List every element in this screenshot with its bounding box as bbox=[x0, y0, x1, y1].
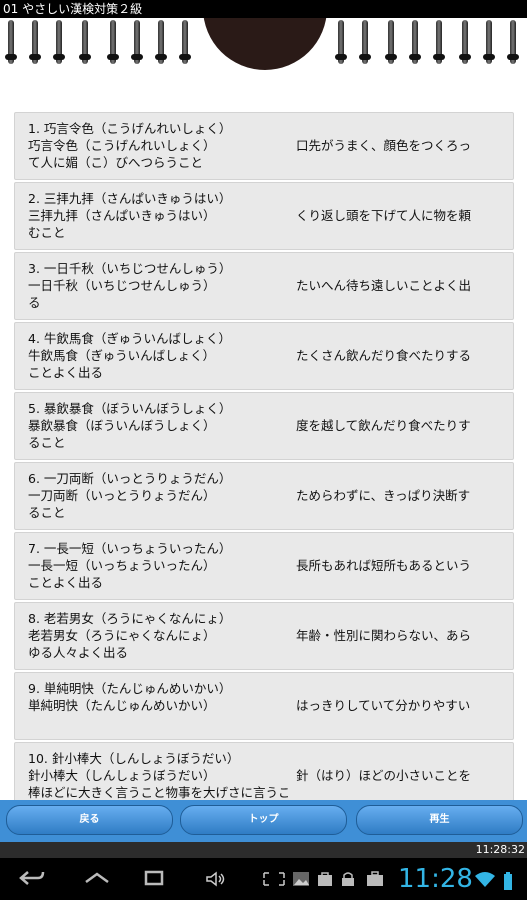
binding-ring bbox=[79, 20, 91, 64]
volume-icon bbox=[206, 871, 225, 887]
item-meaning: ためらわずに、きっぱり決断す bbox=[296, 488, 471, 503]
time-small: 11:28:32 bbox=[475, 843, 525, 856]
item-reading: 7. 一長一短（いっちょういったん） 一長一短（いっちょういったん） ことよく出る bbox=[28, 541, 232, 590]
item-meaning: たくさん飲んだり食べたりする bbox=[296, 348, 472, 363]
item-meaning: 年齢・性別に関わらない、あら bbox=[296, 628, 472, 643]
binding-ring bbox=[107, 20, 119, 64]
item-meaning: たいへん待ち遠しいことよく出 bbox=[296, 278, 472, 293]
item-meaning: はっきりしていて分かりやすい bbox=[296, 698, 471, 713]
item-reading: 8. 老若男女（ろうにゃくなんにょ） 老若男女（ろうにゃくなんにょ） ゆる人々よく出… bbox=[28, 611, 232, 660]
item-meaning: くり返し頭を下げて人に物を頼 bbox=[296, 208, 472, 223]
bag-icon bbox=[318, 872, 332, 886]
item-reading: 2. 三拝九拝（さんぱいきゅうはい） 三拝九拝（さんぱいきゅうはい） むこと bbox=[28, 191, 232, 240]
recent-apps-icon[interactable] bbox=[140, 868, 168, 888]
timestamp-strip: 11:28:32 bbox=[0, 842, 527, 858]
binding-ring bbox=[335, 20, 347, 64]
list-item[interactable]: 2. 三拝九拝（さんぱいきゅうはい） 三拝九拝（さんぱいきゅうはい） むこと くり返… bbox=[14, 182, 514, 250]
item-meaning: 針（はり）ほどの小さいことを bbox=[296, 768, 472, 783]
spiral-binding bbox=[0, 18, 527, 70]
binding-ring bbox=[155, 20, 167, 64]
play-button[interactable]: 再生 bbox=[356, 805, 523, 835]
binding-ring bbox=[385, 20, 397, 64]
item-reading: 10. 針小棒大（しんしょうぼうだい） 針小棒大（しんしょうぼうだい） 棒ほどに大き… bbox=[28, 751, 288, 800]
binding-ring bbox=[5, 20, 17, 64]
binding-hole bbox=[203, 18, 327, 70]
item-reading: 3. 一日千秋（いちじつせんしゅう） 一日千秋（いちじつせんしゅう）る bbox=[28, 261, 232, 310]
item-meaning: 度を越して飲んだり食べたりす bbox=[296, 418, 471, 433]
binding-ring bbox=[29, 20, 41, 64]
item-reading: 6. 一刀両断（いっとうりょうだん） 一刀両断（いっとうりょうだん） ること bbox=[28, 471, 232, 520]
idiom-list[interactable]: 1. 巧言令色（こうげんれいしょく） 巧言令色（こうげんれいしょく） て人に媚（こ）… bbox=[14, 112, 514, 806]
battery-icon bbox=[504, 872, 512, 890]
list-item[interactable]: 9. 単純明快（たんじゅんめいかい） 単純明快（たんじゅんめいかい） はっきりして… bbox=[14, 672, 514, 740]
app-title: 01 やさしい漢検対策２級 bbox=[3, 2, 143, 16]
list-item[interactable]: 6. 一刀両断（いっとうりょうだん） 一刀両断（いっとうりょうだん） ること ためら… bbox=[14, 462, 514, 530]
item-reading: 1. 巧言令色（こうげんれいしょく） 巧言令色（こうげんれいしょく） て人に媚（こ）… bbox=[28, 121, 232, 170]
binding-ring bbox=[459, 20, 471, 64]
binding-ring bbox=[53, 20, 65, 64]
list-item[interactable]: 8. 老若男女（ろうにゃくなんにょ） 老若男女（ろうにゃくなんにょ） ゆる人々よく出… bbox=[14, 602, 514, 670]
list-item[interactable]: 3. 一日千秋（いちじつせんしゅう） 一日千秋（いちじつせんしゅう）る たいへん待… bbox=[14, 252, 514, 320]
list-item[interactable]: 5. 暴飲暴食（ぼういんぼうしょく） 暴飲暴食（ぼういんぼうしょく） ること 度を越… bbox=[14, 392, 514, 460]
list-item[interactable]: 10. 針小棒大（しんしょうぼうだい） 針小棒大（しんしょうぼうだい） 棒ほどに大き… bbox=[14, 742, 514, 806]
item-reading: 4. 牛飲馬食（ぎゅういんばしょく） 牛飲馬食（ぎゅういんばしょく） ことよく出る bbox=[28, 331, 232, 380]
binding-ring bbox=[433, 20, 445, 64]
item-reading: 9. 単純明快（たんじゅんめいかい） 単純明快（たんじゅんめいかい） bbox=[28, 681, 232, 713]
app-title-bar: 01 やさしい漢検対策２級 bbox=[0, 0, 527, 18]
item-meaning: 長所もあれば短所もあるという bbox=[296, 558, 472, 573]
binding-ring bbox=[483, 20, 495, 64]
lock-icon bbox=[342, 872, 354, 886]
binding-ring bbox=[179, 20, 191, 64]
briefcase-icon bbox=[367, 871, 383, 886]
list-item[interactable]: 7. 一長一短（いっちょういったん） 一長一短（いっちょういったん） ことよく出る … bbox=[14, 532, 514, 600]
item-meaning: 口先がうまく、顔色をつくろっ bbox=[296, 138, 472, 153]
item-reading: 5. 暴飲暴食（ぼういんぼうしょく） 暴飲暴食（ぼういんぼうしょく） ること bbox=[28, 401, 232, 450]
home-icon[interactable] bbox=[82, 868, 112, 888]
image-icon bbox=[293, 872, 309, 886]
back-button[interactable]: 戻る bbox=[6, 805, 173, 835]
binding-ring bbox=[507, 20, 519, 64]
binding-ring bbox=[409, 20, 421, 64]
status-clock: 11:28 bbox=[398, 864, 473, 894]
wifi-icon bbox=[475, 872, 495, 887]
top-button[interactable]: トップ bbox=[180, 805, 347, 835]
binding-ring bbox=[359, 20, 371, 64]
android-nav-bar: 11:28 bbox=[0, 858, 527, 900]
screenshot-icon bbox=[263, 872, 285, 886]
bottom-button-bar: 戻る トップ 再生 bbox=[0, 800, 527, 842]
list-item[interactable]: 1. 巧言令色（こうげんれいしょく） 巧言令色（こうげんれいしょく） て人に媚（こ）… bbox=[14, 112, 514, 180]
binding-ring bbox=[131, 20, 143, 64]
list-item[interactable]: 4. 牛飲馬食（ぎゅういんばしょく） 牛飲馬食（ぎゅういんばしょく） ことよく出る … bbox=[14, 322, 514, 390]
back-icon[interactable] bbox=[18, 868, 46, 888]
